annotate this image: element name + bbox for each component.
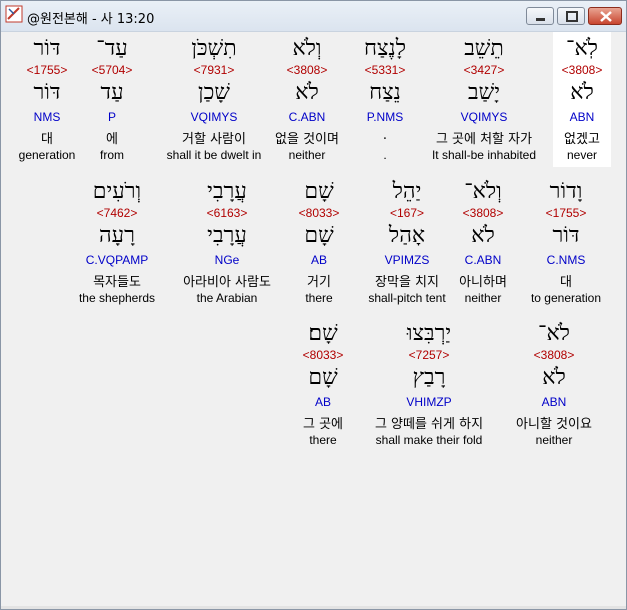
strong-number: <6163> xyxy=(206,206,248,220)
korean-gloss: 그 곳에 처할 자가 xyxy=(435,132,533,147)
morphology-code: ABN xyxy=(541,395,567,409)
english-gloss: It shall-be inhabited xyxy=(431,148,537,162)
hebrew-lemma: שָׁם xyxy=(308,365,338,390)
hebrew-lemma: דּוֹר xyxy=(33,80,61,105)
word-cell[interactable]: דּוֹר <1755> דּוֹר NMS 대 generation xyxy=(0,32,102,167)
word-cell[interactable]: עֲרָבִי <6163> עֲרָבִי NGe 아라비아 사람도 the Arabi… xyxy=(172,175,282,310)
korean-gloss: 아라비아 사람도 xyxy=(183,275,271,290)
word-cell[interactable]: לֹֽא־ <3808> לֹא ABN 없겠고 never xyxy=(527,32,627,167)
hebrew-word: וְרֹעִים xyxy=(92,179,142,204)
word-cell[interactable]: תִשְׁכֹּן <7931> שָׁכַן VQIMYS 거할 사람이 shall i… xyxy=(159,32,269,167)
morphology-code: ABN xyxy=(569,110,595,124)
strong-number: <3808> xyxy=(533,348,575,362)
app-window: @원전본해 - 사 13:20 לֹֽא־ <3808> לֹא ABN 없겠고 neve… xyxy=(0,0,627,610)
word-cell[interactable]: תֵשֵׁב <3427> יָשַׁב VQIMYS 그 곳에 처할 자가 It sha… xyxy=(429,32,539,167)
hebrew-lemma: רָבַץ xyxy=(412,365,446,390)
hebrew-lemma: לֹא xyxy=(542,365,566,390)
hebrew-lemma: לֹא xyxy=(570,80,594,105)
hebrew-lemma: שָׁכַן xyxy=(198,80,230,105)
maximize-button[interactable] xyxy=(557,7,585,25)
hebrew-word: עֲרָבִי xyxy=(207,179,247,204)
morphology-code: C.VQPAMP xyxy=(85,253,149,267)
hebrew-word: לֹֽא־ xyxy=(566,36,598,61)
morphology-code: AB xyxy=(314,395,331,409)
english-gloss: the Arabian xyxy=(196,291,258,305)
morphology-code: NGe xyxy=(214,253,240,267)
korean-gloss: 목자들도 xyxy=(93,275,141,290)
hebrew-lemma: רָעָה xyxy=(99,223,135,248)
korean-gloss: 아니할 것이요 xyxy=(516,417,592,432)
korean-gloss: 없겠고 xyxy=(564,132,600,147)
english-gloss: neither xyxy=(535,433,573,447)
strong-number: <1755> xyxy=(26,63,68,77)
english-gloss: generation xyxy=(18,148,76,162)
strong-number: <7931> xyxy=(193,63,235,77)
hebrew-word: דּוֹר xyxy=(33,36,61,61)
hebrew-word: לֹא־ xyxy=(538,321,570,346)
strong-number: <7462> xyxy=(96,206,138,220)
close-button[interactable] xyxy=(588,7,622,25)
hebrew-word: שָׁם׃ xyxy=(308,321,338,346)
strong-number: <3427> xyxy=(463,63,505,77)
word-cell[interactable]: יַרְבִּצוּ <7257> רָבַץ VHIMZP 그 양떼를 쉬게 하지 sh… xyxy=(374,317,484,452)
morphology-code: VQIMYS xyxy=(190,110,238,124)
korean-gloss: 거할 사람이 xyxy=(182,132,246,147)
hebrew-word: תֵשֵׁב xyxy=(464,36,504,61)
english-gloss: the shepherds xyxy=(78,291,156,305)
morphology-code: VHIMZP xyxy=(406,395,452,409)
korean-gloss: 그 곳에 xyxy=(302,417,343,432)
window-title: @원전본해 - 사 13:20 xyxy=(27,12,155,27)
strong-number: <3808> xyxy=(561,63,603,77)
english-gloss: there xyxy=(309,433,337,447)
minimize-button[interactable] xyxy=(526,7,554,25)
strong-number: <7257> xyxy=(408,348,450,362)
korean-gloss: 대 xyxy=(41,132,53,147)
english-gloss: never xyxy=(566,148,598,162)
strong-number: <8033> xyxy=(302,348,344,362)
hebrew-word: תִשְׁכֹּן xyxy=(191,36,237,61)
korean-gloss: 그 양떼를 쉬게 하지 xyxy=(374,417,484,432)
word-cell[interactable]: שָׁם׃ <8033> שָׁם AB 그 곳에 there xyxy=(268,317,378,452)
morphology-code: VQIMYS xyxy=(460,110,508,124)
english-gloss: shall make their fold xyxy=(375,433,483,447)
word-cell[interactable]: לֹא־ <3808> לֹא ABN 아니할 것이요 neither xyxy=(499,317,609,452)
app-logo-icon xyxy=(5,5,23,23)
morphology-code: NMS xyxy=(33,110,61,124)
hebrew-lemma: עֲרָבִי xyxy=(207,223,247,248)
title-bar[interactable]: @원전본해 - 사 13:20 xyxy=(1,1,626,32)
window-bottom-edge xyxy=(1,606,626,609)
hebrew-lemma: יָשַׁב xyxy=(468,80,500,105)
english-gloss: shall it be dwelt in xyxy=(166,148,262,162)
word-cell[interactable]: וְרֹעִים <7462> רָעָה C.VQPAMP 목자들도 the sheph… xyxy=(62,175,172,310)
interlinear-view: לֹֽא־ <3808> לֹא ABN 없겠고 never תֵשֵׁב <3427> יָש… xyxy=(2,32,625,607)
hebrew-word: יַרְבִּצוּ xyxy=(406,321,452,346)
